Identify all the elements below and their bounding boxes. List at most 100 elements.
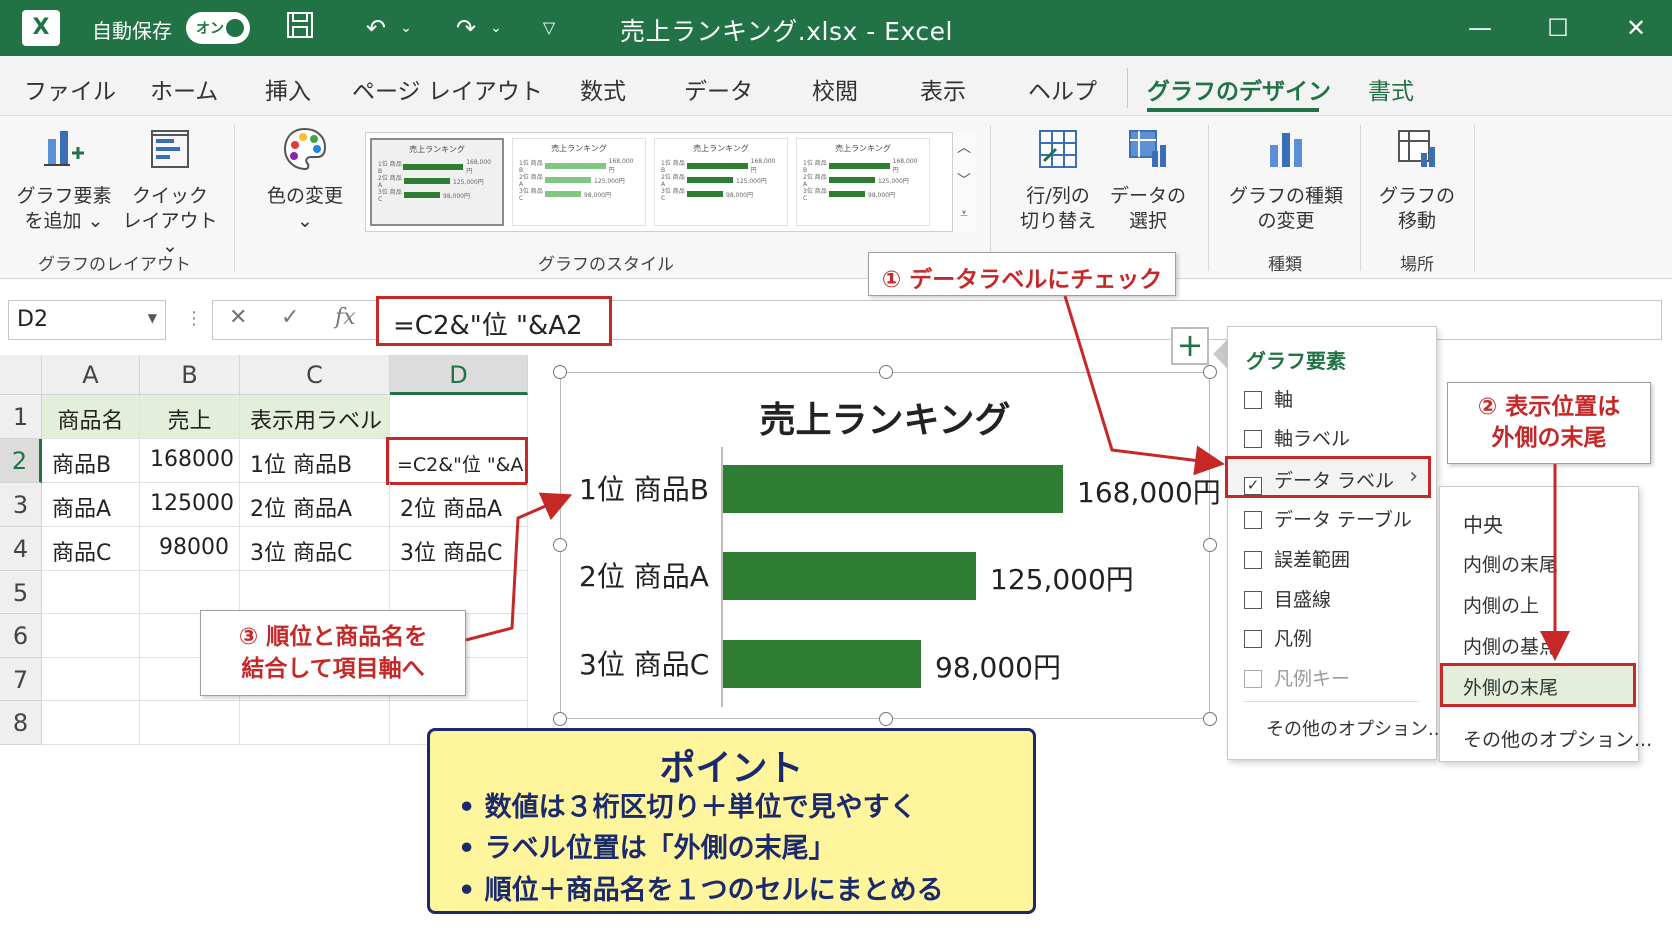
row-header-5[interactable]: 5 <box>0 571 42 614</box>
undo-icon[interactable]: ↶ <box>358 10 394 46</box>
checkbox-error-bars[interactable]: 誤差範囲 <box>1244 545 1350 572</box>
menu-item-inside-base[interactable]: 内側の基点 <box>1463 632 1558 659</box>
chevron-right-icon[interactable]: › <box>1409 464 1418 489</box>
redo-dropdown-icon[interactable]: ⌄ <box>486 10 506 46</box>
chart-style-1[interactable]: 売上ランキング 1位 商品B 168,000円 2位 商品A 125,000円 3位… <box>370 138 504 226</box>
undo-dropdown-icon[interactable]: ⌄ <box>396 10 416 46</box>
tab-home[interactable]: ホーム <box>150 72 218 106</box>
cell-d3[interactable]: 2位 商品A <box>390 483 528 527</box>
cell-empty[interactable] <box>390 571 528 614</box>
cell-a4[interactable]: 商品C <box>42 527 140 571</box>
bar-chart[interactable]: 売上ランキング 1位 商品B 2位 商品A 3位 商品C 168,000円 12… <box>553 365 1221 726</box>
tab-view[interactable]: 表示 <box>920 72 966 106</box>
formula-input[interactable]: =C2&"位 "&A2 <box>376 296 612 346</box>
more-options-link[interactable]: その他のオプション... <box>1266 715 1445 741</box>
close-icon[interactable]: ✕ <box>1616 10 1656 46</box>
cell-d4[interactable]: 3位 商品C <box>390 527 528 571</box>
checkbox-icon[interactable] <box>1244 630 1262 648</box>
menu-item-inside-top[interactable]: 内側の上 <box>1463 591 1539 618</box>
row-header-1[interactable]: 1 <box>0 395 42 439</box>
more-options-link[interactable]: その他のオプション... <box>1463 725 1652 752</box>
insert-function-icon[interactable]: fx <box>335 305 356 330</box>
checkbox-legend[interactable]: 凡例 <box>1244 624 1312 651</box>
redo-icon[interactable]: ↷ <box>448 10 484 46</box>
quick-layout-button[interactable]: クイック レイアウト⌄ <box>120 125 220 259</box>
move-chart-button[interactable]: グラフの 移動 <box>1372 125 1462 234</box>
cell-d1[interactable] <box>390 395 528 439</box>
checkbox-icon[interactable] <box>1244 511 1262 529</box>
tab-file[interactable]: ファイル <box>24 72 116 106</box>
checkbox-axes[interactable]: 軸 <box>1244 385 1293 412</box>
resize-handle[interactable] <box>879 365 893 379</box>
row-header-3[interactable]: 3 <box>0 483 42 527</box>
change-colors-button[interactable]: 色の変更 ⌄ <box>260 125 350 234</box>
checkbox-icon[interactable] <box>1244 430 1262 448</box>
tab-review[interactable]: 校閲 <box>812 72 858 106</box>
resize-handle[interactable] <box>1203 538 1217 552</box>
switch-row-column-button[interactable]: 行/列の 切り替え <box>1010 125 1106 234</box>
cell-b2[interactable]: 168000 <box>140 439 240 483</box>
select-data-button[interactable]: データの 選択 <box>1100 125 1196 234</box>
checkbox-icon[interactable] <box>1244 591 1262 609</box>
cell-b3[interactable]: 125000 <box>140 483 240 527</box>
row-header-7[interactable]: 7 <box>0 658 42 701</box>
select-all-corner[interactable] <box>0 355 42 395</box>
column-header-b[interactable]: B <box>140 355 240 395</box>
column-header-c[interactable]: C <box>240 355 390 395</box>
checkbox-axis-titles[interactable]: 軸ラベル <box>1244 424 1350 451</box>
cell-empty[interactable] <box>42 701 140 745</box>
cell-empty[interactable] <box>42 571 140 614</box>
drag-handle-icon[interactable]: ⋮ <box>185 308 203 329</box>
resize-handle[interactable] <box>1203 712 1217 726</box>
resize-handle[interactable] <box>553 365 567 379</box>
menu-item-inside-end[interactable]: 内側の末尾 <box>1463 550 1558 577</box>
tab-format[interactable]: 書式 <box>1368 72 1414 106</box>
cell-empty[interactable] <box>42 614 140 658</box>
minimize-icon[interactable]: — <box>1460 10 1500 46</box>
customize-icon[interactable]: ▽ <box>536 10 562 46</box>
tab-formulas[interactable]: 数式 <box>580 72 626 106</box>
tab-page-layout[interactable]: ページ レイアウト <box>352 72 543 106</box>
enter-formula-icon[interactable]: ✓ <box>281 305 299 330</box>
cell-c2[interactable]: 1位 商品B <box>240 439 390 483</box>
resize-handle[interactable] <box>553 712 567 726</box>
data-bar[interactable] <box>723 465 1063 513</box>
cell-b1[interactable]: 売上 <box>140 395 240 439</box>
save-icon[interactable] <box>282 10 318 46</box>
column-header-a[interactable]: A <box>42 355 140 395</box>
checkbox-checked-icon[interactable]: ✓ <box>1244 477 1262 495</box>
tab-chart-design[interactable]: グラフのデザイン <box>1147 72 1331 106</box>
row-header-6[interactable]: 6 <box>0 614 42 658</box>
chart-style-3[interactable]: 売上ランキング 1位 商品B 168,000円 2位 商品A 125,000円 3位… <box>654 138 788 226</box>
cancel-formula-icon[interactable]: ✕ <box>229 305 247 330</box>
tab-help[interactable]: ヘルプ <box>1028 72 1097 106</box>
cell-a3[interactable]: 商品A <box>42 483 140 527</box>
resize-handle[interactable] <box>879 712 893 726</box>
checkbox-data-table[interactable]: データ テーブル <box>1244 505 1412 532</box>
row-header-8[interactable]: 8 <box>0 701 42 745</box>
add-chart-element-button[interactable]: グラフ要素 を追加 ⌄ <box>14 125 114 234</box>
gallery-more-icon[interactable]: ⩡ <box>953 198 975 231</box>
chart-elements-plus-icon[interactable]: + <box>1171 327 1209 365</box>
gallery-up-icon[interactable]: ︿ <box>953 132 975 165</box>
cell-a1[interactable]: 商品名 <box>42 395 140 439</box>
data-bar[interactable] <box>723 640 921 688</box>
row-header-2[interactable]: 2 <box>0 439 42 483</box>
chart-style-4[interactable]: 売上ランキング 1位 商品B 168,000円 2位 商品A 125,000円 3位… <box>796 138 930 226</box>
gallery-down-icon[interactable]: ﹀ <box>953 165 975 198</box>
cell-b4[interactable]: 98000 <box>140 527 240 571</box>
cell-c4[interactable]: 3位 商品C <box>240 527 390 571</box>
chart-title[interactable]: 売上ランキング <box>561 391 1209 443</box>
resize-handle[interactable] <box>553 538 567 552</box>
cell-empty[interactable] <box>42 658 140 701</box>
chart-style-2[interactable]: 売上ランキング 1位 商品B 168,000円 2位 商品A 125,000円 3位… <box>512 138 646 226</box>
cell-a2[interactable]: 商品B <box>42 439 140 483</box>
row-header-4[interactable]: 4 <box>0 527 42 571</box>
cell-d2-selected[interactable]: =C2&"位 "&A2 <box>386 437 528 485</box>
cell-empty[interactable] <box>240 701 390 745</box>
cell-empty[interactable] <box>140 571 240 614</box>
change-chart-type-button[interactable]: グラフの種類 の変更 <box>1226 125 1346 234</box>
tab-insert[interactable]: 挿入 <box>265 72 311 106</box>
cell-empty[interactable] <box>140 701 240 745</box>
cell-c3[interactable]: 2位 商品A <box>240 483 390 527</box>
